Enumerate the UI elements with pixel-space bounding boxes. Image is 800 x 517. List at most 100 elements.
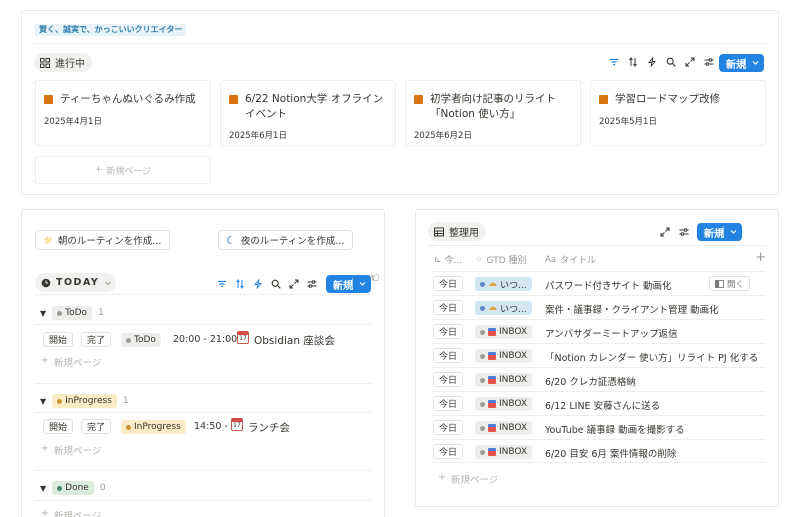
search-icon[interactable]	[666, 57, 676, 67]
tab-in-progress[interactable]: 進行中	[34, 53, 92, 72]
open-button[interactable]: 開く	[708, 276, 750, 291]
group-header-inprogress[interactable]: ▼ InProgress 1	[40, 394, 129, 408]
tab-organize[interactable]: 整理用	[428, 222, 486, 241]
new-page-row[interactable]: + 新規ページ	[438, 472, 498, 486]
clock-icon	[41, 278, 51, 287]
morning-routine-button[interactable]: ☼ 朝のルーティンを作成...	[35, 230, 170, 250]
start-button[interactable]: 開始	[43, 332, 74, 347]
table-row[interactable]: 今日 INBOX 6/20 クレカ証憑格納	[432, 367, 766, 391]
tab-label: 進行中	[55, 59, 85, 70]
calendar-icon: 17	[231, 418, 243, 431]
done-button[interactable]: 完了	[81, 419, 112, 434]
row-title[interactable]: YouTube 議事録 動画を撮影する	[545, 422, 685, 436]
row-title[interactable]: 6/20 クレカ証憑格納	[545, 374, 636, 388]
table-row[interactable]: 今日 ☁ いつ... パスワード付きサイト 動画化 開く	[432, 271, 766, 295]
event-title[interactable]: ランチ会	[248, 420, 290, 435]
row-title[interactable]: 「Notion カレンダー 使い方」リライト PJ 化する	[545, 350, 758, 364]
filter-icon[interactable]	[217, 279, 227, 289]
table-row[interactable]: 今日 INBOX 6/20 目安 6月 案件情報の削除	[432, 439, 766, 463]
chevron-down-icon[interactable]	[358, 279, 367, 288]
automation-icon[interactable]	[647, 57, 657, 67]
table-row[interactable]: 今日 ☁ いつ... 案件・議事録・クライアント管理 動画化	[432, 295, 766, 319]
table-row[interactable]: 今日 INBOX アンバサダーミートアップ返信	[432, 319, 766, 343]
expand-icon[interactable]	[660, 227, 670, 237]
group-count: 1	[98, 308, 104, 318]
start-button[interactable]: 開始	[43, 419, 74, 434]
gtd-pill: ☁ いつ...	[475, 277, 532, 291]
expand-icon[interactable]	[289, 279, 299, 289]
new-page-row[interactable]: + 新規ページ	[41, 443, 101, 457]
date-chip: 今日	[433, 420, 464, 435]
table-row[interactable]: 今日 INBOX 「Notion カレンダー 使い方」リライト PJ 化する	[432, 343, 766, 367]
card-title: 6/22 Notion大学 オフラインイベント	[245, 93, 384, 120]
new-page-row[interactable]: + 新規ページ	[41, 355, 101, 369]
chevron-down-icon[interactable]	[751, 58, 760, 67]
table-row[interactable]: 今日 INBOX 6/12 LINE 安藤さんに送る	[432, 391, 766, 415]
sort-icon[interactable]	[235, 279, 245, 289]
table-icon	[434, 227, 444, 236]
expand-icon[interactable]	[685, 57, 695, 67]
gtd-pill: INBOX	[475, 325, 533, 339]
divider	[428, 245, 766, 246]
sort-icon[interactable]	[628, 57, 638, 67]
done-button[interactable]: 完了	[81, 332, 112, 347]
new-page-card[interactable]: + 新規ページ	[35, 156, 211, 184]
filter-icon[interactable]	[609, 57, 619, 67]
toggle-down-icon[interactable]: ▼	[40, 397, 46, 406]
gallery-card[interactable]: ティーちゃんぬいぐるみ作成 2025年4月1日	[35, 80, 211, 146]
card-title: ティーちゃんぬいぐるみ作成	[60, 93, 196, 105]
divider	[32, 43, 768, 44]
title-header-label: タイトル	[560, 256, 597, 266]
new-page-label: 新規ページ	[53, 358, 102, 369]
inbox-icon	[488, 400, 496, 408]
date-column-header[interactable]: ⊾ 今...	[434, 253, 462, 267]
new-button[interactable]: 新規	[697, 223, 742, 241]
gtd-pill: INBOX	[475, 397, 533, 411]
row-title[interactable]: 案件・議事録・クライアント管理 動画化	[545, 302, 719, 316]
row-title[interactable]: アンバサダーミートアップ返信	[545, 326, 678, 340]
title-column-header[interactable]: Aa タイトル	[545, 253, 597, 267]
add-column-icon[interactable]: +	[755, 250, 766, 265]
gallery-card[interactable]: 初学者向け記事のリライト「Notion 使い方」 2025年6月2日	[405, 80, 581, 146]
table-row[interactable]: 今日 INBOX YouTube 議事録 動画を撮影する	[432, 415, 766, 439]
inbox-icon	[488, 424, 496, 432]
settings-icon[interactable]	[704, 57, 714, 67]
tab-today[interactable]: TODAY	[35, 273, 117, 292]
chevron-down-icon[interactable]	[729, 227, 738, 236]
gtd-pill: INBOX	[475, 445, 533, 459]
new-button[interactable]: 新規	[326, 275, 371, 293]
event-title[interactable]: Obsidian 座談会	[254, 333, 335, 348]
gtd-label: INBOX	[499, 423, 528, 433]
date-chip: 今日	[433, 276, 464, 291]
night-routine-button[interactable]: ☾ 夜のルーティンを作成...	[218, 230, 353, 250]
group-header-todo[interactable]: ▼ ToDo 1	[40, 306, 104, 320]
status-pill: InProgress	[52, 394, 117, 408]
row-title[interactable]: 6/12 LINE 安藤さんに送る	[545, 398, 660, 412]
page-icon	[599, 95, 608, 104]
gtd-label: いつ...	[500, 280, 527, 291]
row-title[interactable]: パスワード付きサイト 動画化	[545, 278, 672, 292]
sun-icon: ☼	[43, 233, 53, 247]
date-label: 今日	[439, 304, 458, 314]
group-header-done[interactable]: ▼ Done 0	[40, 481, 106, 495]
gtd-pill: INBOX	[475, 373, 533, 387]
new-page-row[interactable]: + 新規ページ	[41, 508, 101, 517]
settings-icon[interactable]	[307, 279, 317, 289]
plus-icon: +	[41, 508, 49, 517]
date-label: 今日	[439, 352, 458, 362]
gallery-card[interactable]: 6/22 Notion大学 オフラインイベント 2025年6月1日	[220, 80, 396, 146]
row-title[interactable]: 6/20 目安 6月 案件情報の削除	[545, 446, 676, 460]
new-button[interactable]: 新規	[719, 54, 764, 72]
automation-icon[interactable]	[253, 279, 263, 289]
toggle-down-icon[interactable]: ▼	[40, 309, 46, 318]
search-icon[interactable]	[271, 279, 281, 289]
toggle-down-icon[interactable]: ▼	[40, 484, 46, 493]
gtd-column-header[interactable]: ⁘ GTD 種別	[475, 253, 527, 267]
chevron-down-icon[interactable]	[104, 279, 112, 287]
divider	[35, 324, 371, 325]
gtd-label: INBOX	[499, 399, 528, 409]
gtd-label: いつ...	[500, 304, 527, 315]
gallery-card[interactable]: 学習ロードマップ改修 2025年5月1日	[590, 80, 766, 146]
settings-icon[interactable]	[679, 227, 689, 237]
text-type-icon: Aa	[545, 254, 557, 265]
